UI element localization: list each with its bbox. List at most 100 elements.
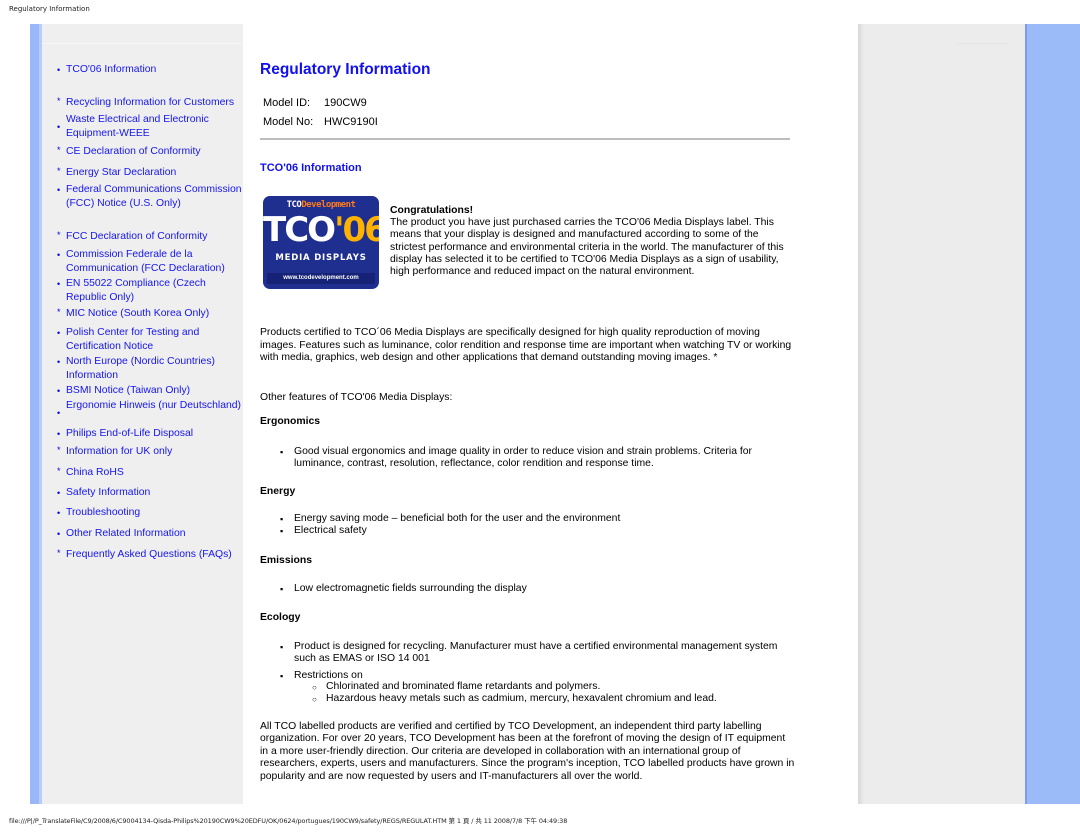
footer-file-path: file:///P|/P_TranslateFile/C9/2008/6/C90…	[9, 817, 568, 825]
congratulations-block: Congratulations! The product you have ju…	[390, 205, 795, 278]
sidebar-link[interactable]: Polish Center for Testing and Certificat…	[66, 326, 243, 354]
list-item: ▪ Electrical safety	[280, 525, 367, 537]
sidebar-link[interactable]: Recycling Information for Customers	[66, 96, 243, 110]
list-item: ▪ Energy saving mode – beneficial both fo…	[280, 513, 621, 524]
sidebar-link[interactable]: North Europe (Nordic Countries) Informat…	[66, 355, 243, 383]
sidebar-link[interactable]: CE Declaration of Conformity	[66, 145, 243, 159]
sidebar-link[interactable]: Waste Electrical and Electronic Equipmen…	[66, 113, 243, 141]
bullet-icon: •	[57, 529, 61, 539]
bullet-icon: •	[57, 357, 61, 367]
sidebar-item-fcc-declaration[interactable]: * FCC Declaration of Conformity	[57, 230, 243, 244]
closing-paragraph: All TCO labelled products are verified a…	[260, 721, 795, 782]
sidebar-item-en55022[interactable]: • EN 55022 Compliance (Czech Republic Onl…	[57, 277, 243, 305]
energy-list: ▪ Energy saving mode – beneficial both fo…	[260, 513, 795, 538]
energy-heading: Energy	[260, 486, 296, 497]
sidebar-item-fcc-notice[interactable]: • Federal Communications Commission (FCC)…	[57, 183, 243, 211]
congratulations-text: The product you have just purchased carr…	[390, 217, 784, 278]
sidebar-link[interactable]: EN 55022 Compliance (Czech Republic Only…	[66, 277, 243, 305]
bullet-icon: •	[57, 408, 61, 418]
logo-tco-development: TCODevelopment	[286, 200, 356, 210]
sidebar-link[interactable]: Troubleshooting	[66, 506, 243, 520]
logo-url: www.tcodevelopment.com	[267, 273, 375, 284]
sidebar-link[interactable]: Philips End-of-Life Disposal	[66, 427, 243, 441]
sidebar-link[interactable]: BSMI Notice (Taiwan Only)	[66, 384, 243, 398]
sidebar-item-north-europe[interactable]: • North Europe (Nordic Countries) Informa…	[57, 355, 243, 383]
sidebar-link[interactable]: Energy Star Declaration	[66, 166, 243, 180]
tco06-heading: TCO'06 Information	[260, 162, 362, 174]
left-decorative-strip	[30, 24, 42, 804]
bullet-icon: ▪	[280, 642, 284, 652]
sidebar-item-ce[interactable]: * CE Declaration of Conformity	[57, 145, 243, 159]
sidebar-item-troubleshooting[interactable]: • Troubleshooting	[57, 506, 243, 520]
sidebar-item-other-info[interactable]: • Other Related Information	[57, 527, 243, 541]
sidebar-link[interactable]: Commission Federale de la Communication …	[66, 248, 243, 276]
model-no-value: HWC9190I	[324, 116, 378, 128]
sidebar-link[interactable]: Ergonomie Hinweis (nur Deutschland)	[66, 399, 243, 413]
sidebar-item-end-of-life[interactable]: • Philips End-of-Life Disposal	[57, 427, 243, 441]
bullet-icon: *	[57, 166, 61, 176]
ergonomics-list: ▪ Good visual ergonomics and image qualit…	[260, 446, 795, 471]
bullet-icon: *	[57, 307, 61, 317]
sidebar-link[interactable]: Federal Communications Commission (FCC) …	[66, 183, 243, 211]
sidebar-item-tco06[interactable]: • TCO'06 Information	[57, 63, 243, 77]
sidebar-item-mic[interactable]: * MIC Notice (South Korea Only)	[57, 307, 243, 321]
sidebar-panel	[42, 24, 243, 804]
bullet-icon: ▪	[280, 514, 284, 524]
bullet-icon: •	[57, 185, 61, 195]
sidebar-item-bsmi[interactable]: • BSMI Notice (Taiwan Only)	[57, 384, 243, 398]
bullet-icon: *	[57, 466, 61, 476]
sidebar-link[interactable]: Other Related Information	[66, 527, 243, 541]
sidebar-link[interactable]: MIC Notice (South Korea Only)	[66, 307, 243, 321]
sidebar-link[interactable]: China RoHS	[66, 466, 243, 480]
sidebar-item-uk[interactable]: * Information for UK only	[57, 445, 243, 459]
right-panel	[858, 24, 1025, 804]
page-title: Regulatory Information	[260, 61, 431, 78]
bullet-icon: *	[57, 230, 61, 240]
list-item: ▪ Product is designed for recycling. Manu…	[280, 641, 778, 665]
list-item: ▪ Low electromagnetic fields surrounding …	[280, 583, 527, 594]
model-id-value: 190CW9	[324, 97, 367, 109]
bullet-icon: •	[57, 488, 61, 498]
bullet-icon: •	[57, 328, 61, 338]
congratulations-title: Congratulations!	[390, 205, 474, 216]
tco06-logo: TCODevelopment TCO'06 MEDIA DISPLAYS www…	[263, 196, 379, 289]
sidebar-link[interactable]: FCC Declaration of Conformity	[66, 230, 243, 244]
sidebar-item-ergonomie[interactable]: • Ergonomie Hinweis (nur Deutschland)	[57, 399, 243, 418]
other-features-text: Other features of TCO'06 Media Displays:	[260, 392, 453, 403]
ergonomics-heading: Ergonomics	[260, 416, 321, 427]
logo-tco06-mark: TCO'06	[263, 210, 379, 250]
bullet-icon: ▪	[280, 447, 284, 457]
bullet-icon: •	[57, 122, 61, 132]
bullet-icon: •	[57, 429, 61, 439]
bullet-icon: ▪	[280, 584, 284, 594]
sidebar-link[interactable]: Frequently Asked Questions (FAQs)	[66, 548, 243, 562]
bullet-icon: •	[57, 250, 61, 260]
sidebar-item-china-rohs[interactable]: * China RoHS	[57, 466, 243, 480]
sidebar-item-commission-federale[interactable]: • Commission Federale de la Communication…	[57, 248, 243, 276]
document-header-title: Regulatory Information	[9, 5, 90, 13]
model-no-row: Model No: HWC9190I	[263, 116, 378, 128]
emissions-list: ▪ Low electromagnetic fields surrounding …	[260, 583, 795, 595]
ecology-heading: Ecology	[260, 612, 301, 623]
sidebar-link[interactable]: Information for UK only	[66, 445, 243, 459]
circle-bullet-icon: ○	[312, 695, 317, 705]
intro-paragraph: Products certified to TCO´06 Media Displ…	[260, 327, 792, 364]
sidebar-item-safety[interactable]: • Safety Information	[57, 486, 243, 500]
bullet-icon: •	[57, 65, 61, 75]
sub-list-item: ○ Hazardous heavy metals such as cadmium,…	[260, 693, 795, 705]
model-no-label: Model No:	[263, 116, 314, 128]
bullet-icon: •	[57, 508, 61, 518]
sidebar-item-weee[interactable]: • Waste Electrical and Electronic Equipme…	[57, 113, 243, 141]
emissions-heading: Emissions	[260, 555, 312, 566]
bullet-icon: *	[57, 96, 61, 106]
bullet-icon: *	[57, 445, 61, 455]
sidebar-item-polish[interactable]: • Polish Center for Testing and Certifica…	[57, 326, 243, 354]
bullet-icon: ▪	[280, 526, 284, 537]
sidebar-item-energy-star[interactable]: * Energy Star Declaration	[57, 166, 243, 180]
list-item: ▪ Good visual ergonomics and image qualit…	[280, 446, 752, 470]
sidebar-link[interactable]: Safety Information	[66, 486, 243, 500]
sidebar-item-faqs[interactable]: * Frequently Asked Questions (FAQs)	[57, 548, 243, 562]
sidebar-link[interactable]: TCO'06 Information	[66, 63, 243, 77]
horizontal-divider	[260, 138, 790, 140]
sidebar-item-recycling[interactable]: * Recycling Information for Customers	[57, 96, 243, 110]
